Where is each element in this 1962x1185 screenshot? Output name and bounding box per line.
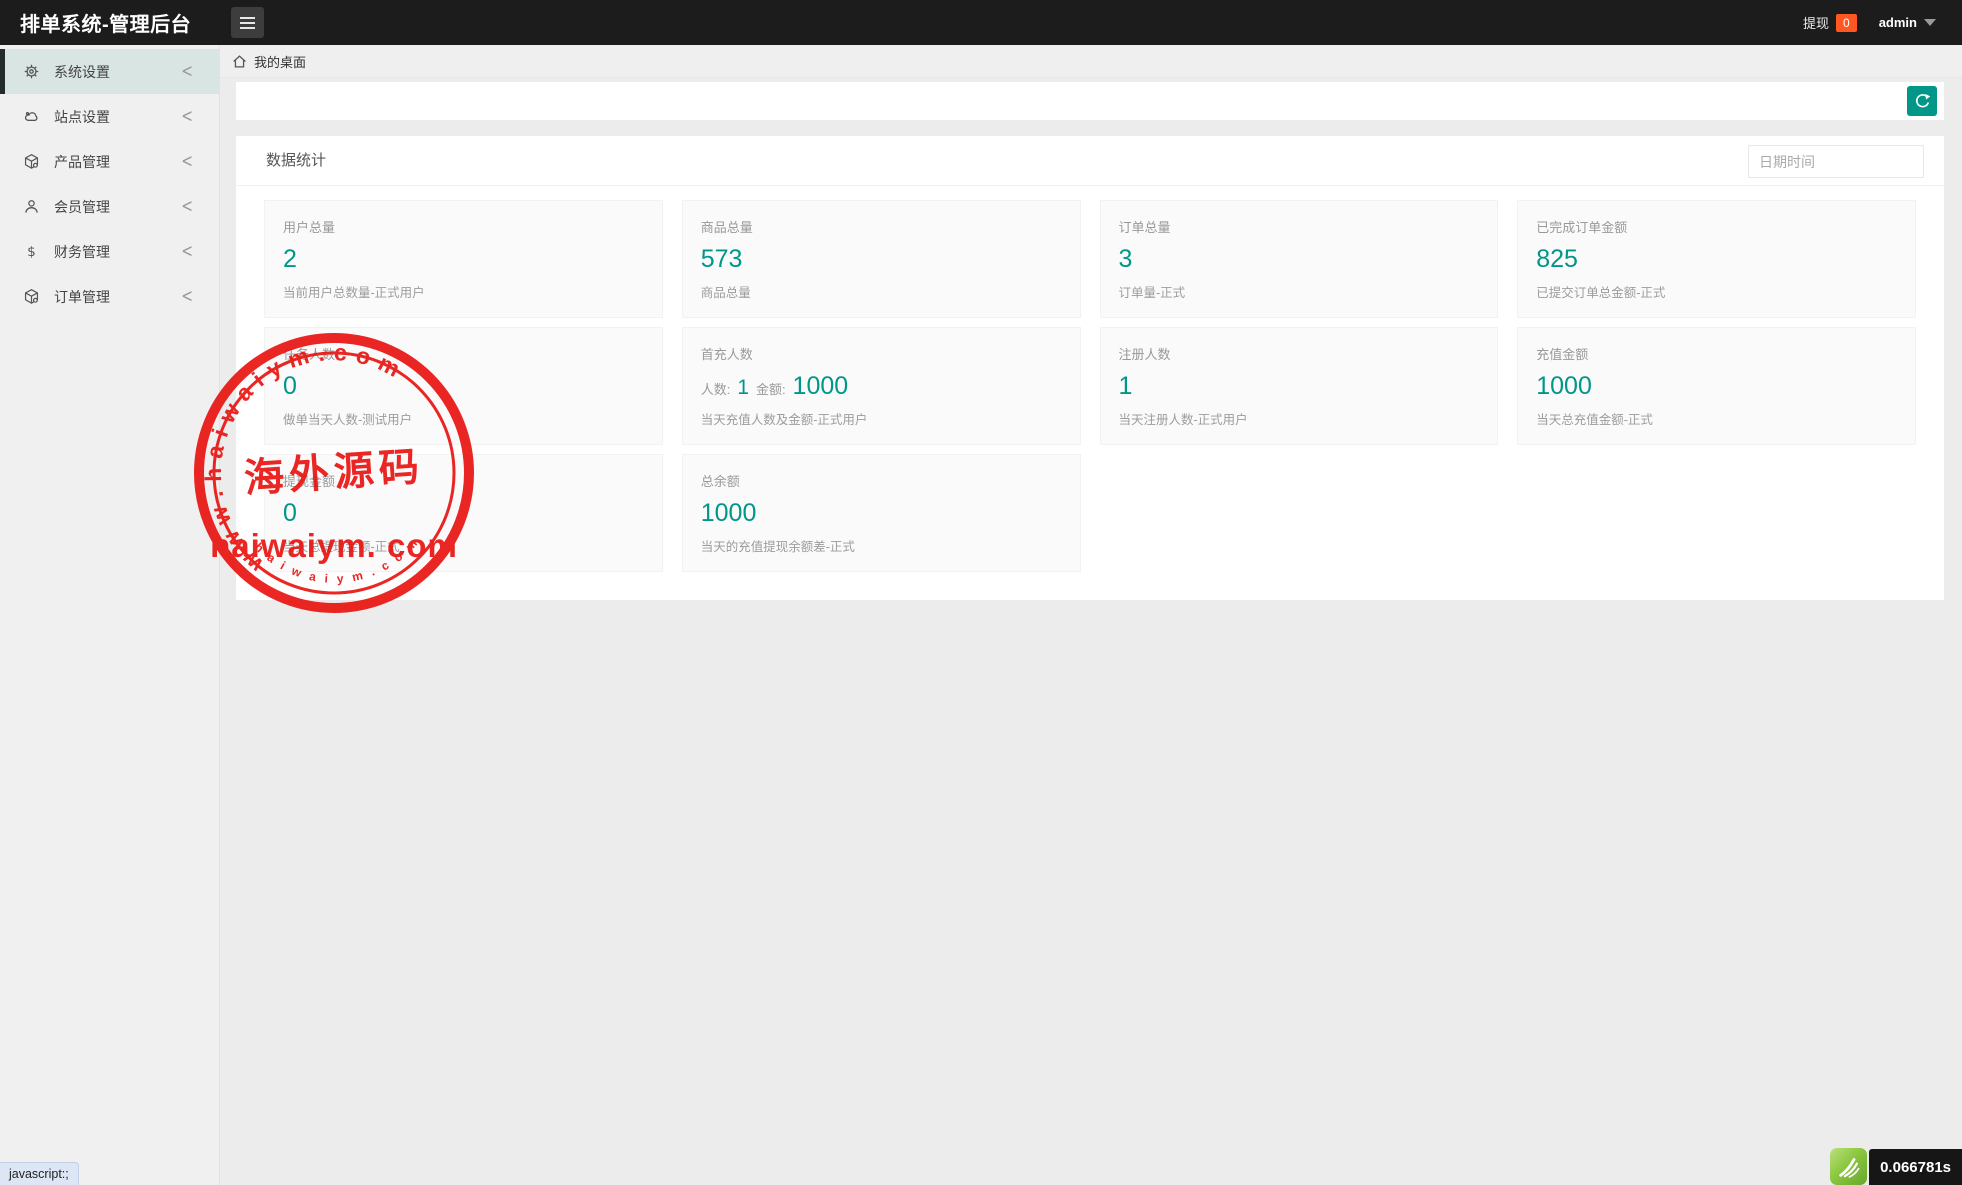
card-title: 订单总量 (1119, 217, 1480, 236)
card-completed-order-amount: 已完成订单金额 825 已提交订单总金额-正式 (1517, 200, 1916, 318)
sidebar-item-label: 会员管理 (54, 197, 110, 217)
card-subtitle: 当天总提现金额-正式 (283, 536, 644, 555)
card-withdraw-amount: 提现金额 0 当天总提现金额-正式 (264, 454, 663, 572)
card-value: 573 (701, 245, 1062, 274)
withdraw-label: 提现 (1803, 13, 1829, 32)
card-recharge-amount: 充值金额 1000 当天总充值金额-正式 (1517, 327, 1916, 445)
card-subtitle: 已提交订单总金额-正式 (1536, 282, 1897, 301)
sidebar-item-site-settings[interactable]: 站点设置 < (0, 94, 219, 139)
card-value: 1 (1119, 372, 1480, 401)
member-icon (23, 198, 40, 215)
card-subtitle: 商品总量 (701, 282, 1062, 301)
card-first-recharge: 首充人数 人数: 1 金额: 1000 当天充值人数及金额-正式用户 (682, 327, 1081, 445)
refresh-icon (1913, 92, 1932, 111)
card-title: 总余额 (701, 471, 1062, 490)
panel-title: 数据统计 (266, 152, 326, 169)
withdraw-menu-item[interactable]: 提现 0 (1803, 13, 1857, 32)
username: admin (1879, 15, 1917, 30)
card-title: 已完成订单金额 (1536, 217, 1897, 236)
chevron-left-icon: < (181, 241, 193, 262)
order-box-icon (23, 288, 40, 305)
stats-panel: 数据统计 用户总量 2 当前用户总数量-正式用户 商品总量 573 商品总量 (236, 136, 1944, 600)
card-subtitle: 当天总充值金额-正式 (1536, 409, 1897, 428)
card-registered-users: 注册人数 1 当天注册人数-正式用户 (1100, 327, 1499, 445)
sidebar-toggle-button[interactable] (231, 7, 264, 38)
card-title: 商品总量 (701, 217, 1062, 236)
chevron-down-icon (1924, 19, 1936, 26)
card-value: 2 (283, 245, 644, 274)
sidebar-item-label: 系统设置 (54, 62, 110, 82)
hamburger-icon (240, 17, 255, 19)
card-subtitle: 做单当天人数-测试用户 (283, 409, 644, 428)
card-total-products: 商品总量 573 商品总量 (682, 200, 1081, 318)
card-subtitle: 当天的充值提现余额差-正式 (701, 536, 1062, 555)
breadcrumb: 我的桌面 (220, 45, 1962, 78)
home-icon (232, 54, 247, 69)
date-input[interactable] (1748, 145, 1924, 178)
card-task-users: 任务人数 0 做单当天人数-测试用户 (264, 327, 663, 445)
pair-label: 人数: (701, 382, 731, 397)
toolbar (236, 82, 1944, 120)
card-title: 用户总量 (283, 217, 644, 236)
breadcrumb-label[interactable]: 我的桌面 (254, 52, 306, 71)
pair-value: 1000 (793, 372, 849, 400)
withdraw-count-badge: 0 (1836, 14, 1857, 32)
chevron-left-icon: < (181, 61, 193, 82)
card-title: 充值金额 (1536, 344, 1897, 363)
finance-dollar-icon: $ (23, 243, 40, 260)
card-subtitle: 当天注册人数-正式用户 (1119, 409, 1480, 428)
link-status-tooltip: javascript:; (0, 1162, 79, 1185)
card-value: 825 (1536, 245, 1897, 274)
chevron-left-icon: < (181, 286, 193, 307)
pair-value: 1 (737, 376, 749, 399)
card-total-users: 用户总量 2 当前用户总数量-正式用户 (264, 200, 663, 318)
sidebar-item-order-management[interactable]: 订单管理 < (0, 274, 219, 319)
card-value: 3 (1119, 245, 1480, 274)
topbar: 排单系统-管理后台 提现 0 admin (0, 0, 1962, 45)
panel-header: 数据统计 (236, 136, 1944, 186)
card-value: 1000 (701, 499, 1062, 528)
card-subtitle: 订单量-正式 (1119, 282, 1480, 301)
chevron-left-icon: < (181, 196, 193, 217)
sidebar-item-label: 产品管理 (54, 152, 110, 172)
topbar-right: 提现 0 admin (1803, 0, 1936, 45)
content: 数据统计 用户总量 2 当前用户总数量-正式用户 商品总量 573 商品总量 (220, 78, 1962, 600)
sidebar-item-label: 站点设置 (54, 107, 110, 127)
card-total-balance: 总余额 1000 当天的充值提现余额差-正式 (682, 454, 1081, 572)
card-title: 任务人数 (283, 344, 644, 363)
card-title: 注册人数 (1119, 344, 1480, 363)
user-dropdown[interactable]: admin (1879, 15, 1936, 30)
chevron-left-icon: < (181, 106, 193, 127)
sidebar-item-label: 订单管理 (54, 287, 110, 307)
card-value: 0 (283, 499, 644, 528)
thinkphp-logo-icon[interactable] (1830, 1148, 1867, 1185)
refresh-button[interactable] (1907, 86, 1937, 116)
svg-text:$: $ (27, 244, 36, 260)
sidebar-item-member-management[interactable]: 会员管理 < (0, 184, 219, 229)
app-title: 排单系统-管理后台 (0, 8, 191, 37)
card-subtitle: 当前用户总数量-正式用户 (283, 282, 644, 301)
sidebar-item-label: 财务管理 (54, 242, 110, 262)
product-cube-icon (23, 153, 40, 170)
card-value: 1000 (1536, 372, 1897, 401)
pair-label: 金额: (756, 382, 786, 397)
card-value: 人数: 1 金额: 1000 (701, 372, 1062, 401)
gear-icon (23, 63, 40, 80)
sidebar-item-system-settings[interactable]: 系统设置 < (0, 49, 219, 94)
card-value: 0 (283, 372, 644, 401)
debug-timer-bar: 0.066781s (1830, 1148, 1962, 1185)
sidebar: 系统设置 < 站点设置 < 产品管理 < (0, 45, 220, 1185)
site-icon (23, 108, 40, 125)
sidebar-item-product-management[interactable]: 产品管理 < (0, 139, 219, 184)
card-subtitle: 当天充值人数及金额-正式用户 (701, 409, 1062, 428)
card-total-orders: 订单总量 3 订单量-正式 (1100, 200, 1499, 318)
stats-cards: 用户总量 2 当前用户总数量-正式用户 商品总量 573 商品总量 订单总量 3… (236, 186, 1944, 600)
card-title: 提现金额 (283, 471, 644, 490)
chevron-left-icon: < (181, 151, 193, 172)
card-title: 首充人数 (701, 344, 1062, 363)
page-load-time: 0.066781s (1869, 1149, 1962, 1185)
sidebar-item-finance-management[interactable]: $ 财务管理 < (0, 229, 219, 274)
main-area: 我的桌面 数据统计 用户总量 2 (220, 45, 1962, 1185)
